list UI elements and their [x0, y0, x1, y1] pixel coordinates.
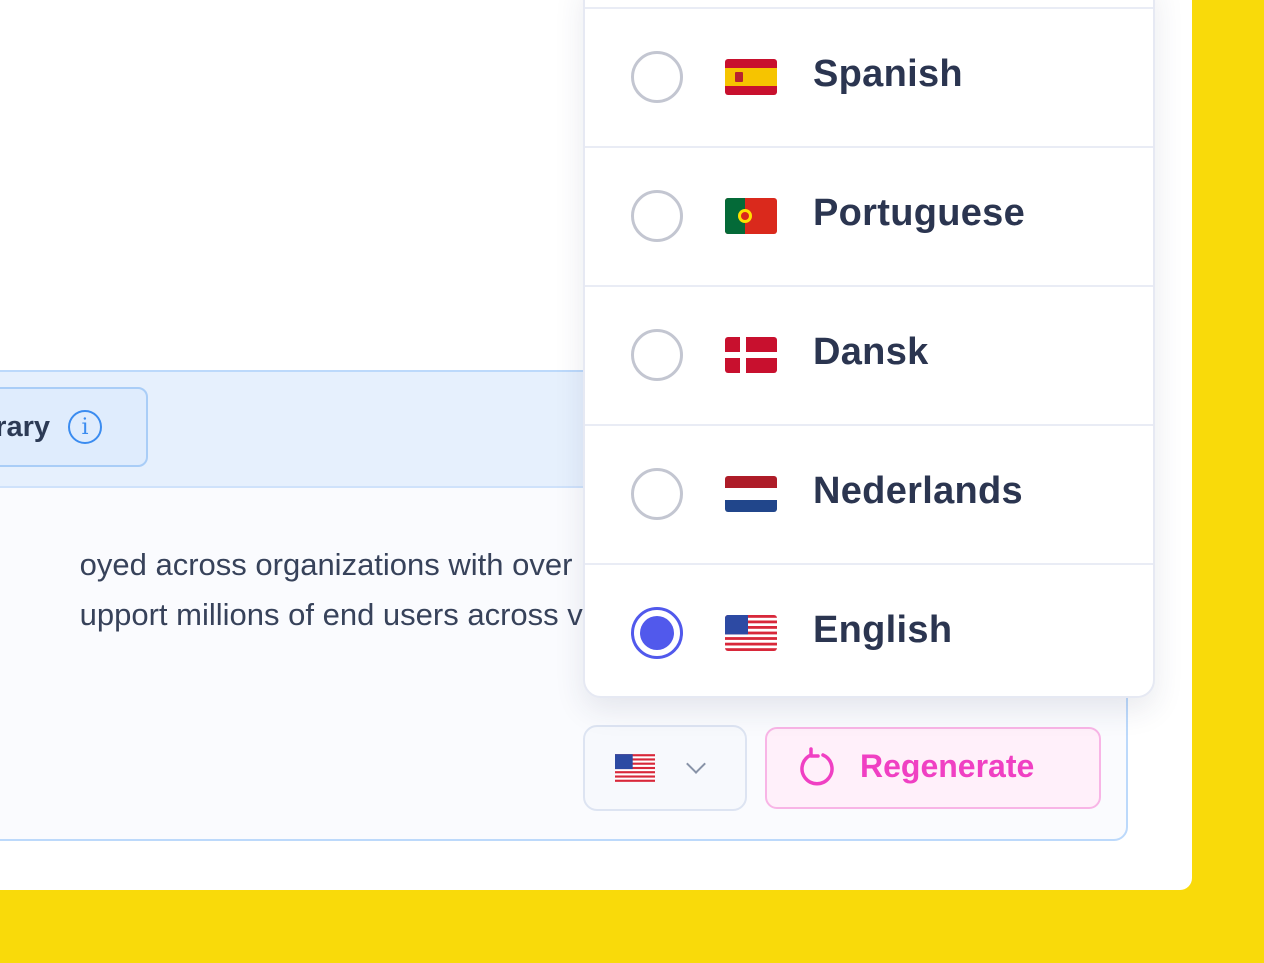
info-icon[interactable]: i — [68, 410, 102, 444]
language-option-english[interactable]: English — [585, 563, 1153, 696]
language-option-label: English — [813, 609, 953, 651]
pt-flag-icon — [725, 198, 777, 234]
language-select-button[interactable] — [583, 725, 747, 811]
library-chip-label: rary — [0, 410, 50, 443]
language-option-dansk[interactable]: Dansk — [585, 285, 1153, 422]
refresh-icon — [800, 747, 834, 786]
regenerate-button[interactable]: Regenerate — [765, 727, 1101, 809]
radio-button-selected[interactable] — [631, 607, 683, 659]
language-option-label: Nederlands — [813, 470, 1023, 512]
body-text: oyed across organizations with over uppo… — [0, 530, 600, 650]
library-chip[interactable]: rary i — [0, 387, 148, 467]
language-dropdown: Spanish Portuguese Dansk Nederlands Engl… — [583, 0, 1155, 698]
radio-button[interactable] — [631, 329, 683, 381]
radio-button[interactable] — [631, 190, 683, 242]
main-card: rary i oyed across organizations with ov… — [0, 0, 1192, 890]
language-option-label: Portuguese — [813, 192, 1026, 234]
language-option-portuguese[interactable]: Portuguese — [585, 146, 1153, 283]
us-flag-icon — [725, 615, 777, 651]
language-option-label: Dansk — [813, 331, 929, 373]
language-option-spanish[interactable]: Spanish — [585, 7, 1153, 144]
language-option-label: Spanish — [813, 53, 963, 95]
nl-flag-icon — [725, 476, 777, 512]
es-flag-icon — [725, 59, 777, 95]
language-option-nederlands[interactable]: Nederlands — [585, 424, 1153, 561]
regenerate-label: Regenerate — [860, 748, 1035, 784]
body-text-line-1: oyed across organizations with over — [79, 547, 573, 582]
body-text-line-2: upport millions of end users across va — [79, 597, 600, 632]
us-flag-icon — [615, 754, 655, 782]
dk-flag-icon — [725, 337, 777, 373]
radio-button[interactable] — [631, 468, 683, 520]
chevron-down-icon — [686, 754, 706, 774]
radio-button[interactable] — [631, 51, 683, 103]
